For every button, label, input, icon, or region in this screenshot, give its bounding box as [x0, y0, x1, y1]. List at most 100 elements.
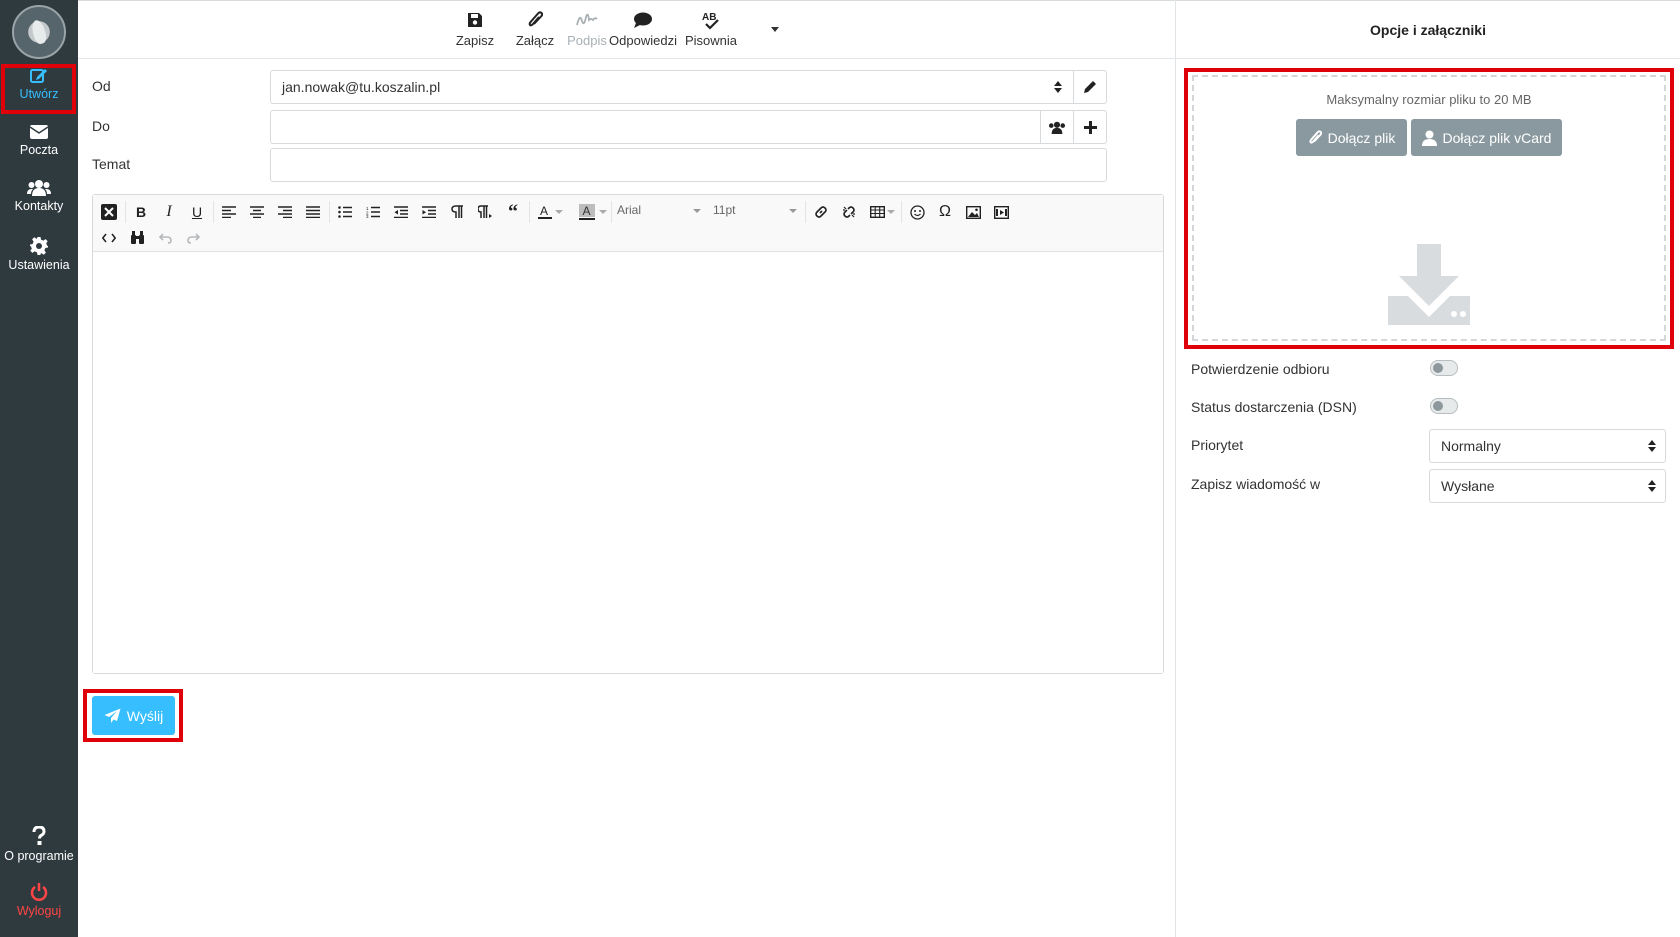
separator	[901, 201, 902, 223]
text-color-caret[interactable]	[553, 201, 565, 223]
redo-button[interactable]	[181, 227, 205, 249]
nav-contacts-label: Kontakty	[14, 199, 64, 213]
signature-button[interactable]: Podpis	[565, 9, 609, 48]
align-right-button[interactable]	[273, 201, 297, 223]
ltr-button[interactable]	[445, 201, 469, 223]
bg-color-button[interactable]: A	[575, 201, 599, 223]
search-replace-button[interactable]	[125, 227, 149, 249]
save-button[interactable]: Zapisz	[455, 9, 495, 48]
svg-text:AB: AB	[702, 12, 716, 23]
redo-icon	[186, 232, 200, 244]
updown-icon	[1054, 81, 1062, 93]
nav-logout[interactable]: Wyloguj	[0, 883, 78, 918]
nav-mail[interactable]: Poczta	[0, 124, 78, 157]
from-value: jan.nowak@tu.koszalin.pl	[282, 79, 441, 95]
message-body[interactable]	[93, 253, 1163, 673]
bullet-list-button[interactable]	[333, 201, 357, 223]
nav-settings[interactable]: Ustawienia	[0, 237, 78, 272]
justify-button[interactable]	[301, 201, 325, 223]
spell-label: Pisownia	[684, 33, 738, 48]
undo-button[interactable]	[153, 227, 177, 249]
indent-button[interactable]	[417, 201, 441, 223]
signature-label: Podpis	[567, 33, 607, 48]
smiley-icon	[909, 204, 925, 220]
responses-label: Odpowiedzi	[609, 33, 677, 48]
save-in-select[interactable]: Wysłane	[1429, 469, 1666, 503]
send-button[interactable]: Wyślij	[92, 696, 175, 735]
nav-contacts[interactable]: Kontakty	[0, 179, 78, 213]
unlink-button[interactable]	[837, 201, 861, 223]
font-size-select[interactable]: 11pt	[713, 203, 797, 221]
add-recipient-button[interactable]	[1073, 111, 1106, 143]
font-family-select[interactable]: Arial	[617, 203, 701, 221]
priority-label: Priorytet	[1191, 437, 1244, 453]
media-button[interactable]	[989, 201, 1013, 223]
attach-file-button[interactable]: Dołącz plik	[1296, 119, 1407, 156]
svg-text:A: A	[583, 204, 591, 218]
separator	[805, 201, 806, 223]
spellcheck-icon: AB	[702, 12, 719, 30]
dsn-toggle[interactable]	[1430, 398, 1458, 414]
outdent-button[interactable]	[389, 201, 413, 223]
question-icon	[32, 826, 46, 845]
caret-down-icon	[599, 209, 607, 214]
from-label: Od	[92, 78, 111, 94]
table-icon	[869, 206, 885, 218]
outdent-icon	[394, 206, 408, 218]
separator	[611, 201, 612, 223]
priority-select[interactable]: Normalny	[1429, 429, 1666, 463]
sidebar: Utwórz Poczta Kontakty Ustawienia O prog…	[0, 0, 78, 937]
to-field[interactable]	[270, 110, 1107, 144]
code-icon	[102, 233, 116, 243]
subject-field[interactable]	[270, 148, 1107, 182]
user-icon	[1421, 130, 1437, 146]
align-center-button[interactable]	[245, 201, 269, 223]
caret-down-icon	[887, 209, 895, 214]
dsn-label: Status dostarczenia (DSN)	[1191, 399, 1357, 415]
edit-identity-button[interactable]	[1073, 71, 1106, 103]
compose-toolbar: Zapisz Załącz Podpis Odpowiedzi AB Pisow…	[78, 0, 1176, 59]
table-caret[interactable]	[885, 201, 897, 223]
nav-about[interactable]: O programie	[0, 826, 78, 863]
underline-button[interactable]: U	[185, 201, 209, 223]
attach-vcard-button[interactable]: Dołącz plik vCard	[1411, 119, 1562, 156]
indent-icon	[422, 206, 436, 218]
attach-label: Załącz	[515, 33, 555, 48]
link-button[interactable]	[809, 201, 833, 223]
spell-dropdown-caret[interactable]	[771, 27, 779, 32]
separator	[329, 201, 330, 223]
font-size-value: 11pt	[713, 203, 736, 217]
compose-highlight	[1, 64, 76, 114]
bold-button[interactable]: B	[129, 201, 153, 223]
source-code-button[interactable]	[97, 227, 121, 249]
blockquote-button[interactable]: “	[501, 201, 525, 223]
bg-color-caret[interactable]	[597, 201, 609, 223]
nav-mail-label: Poczta	[19, 143, 59, 157]
clear-format-icon	[101, 204, 117, 220]
download-tray-icon	[1388, 244, 1470, 325]
numbered-list-icon: 123	[366, 206, 380, 218]
align-left-button[interactable]	[217, 201, 241, 223]
image-button[interactable]	[961, 201, 985, 223]
rtl-icon	[478, 205, 492, 218]
italic-button[interactable]: I	[157, 201, 181, 223]
read-receipt-toggle[interactable]	[1430, 360, 1458, 376]
responses-button[interactable]: Odpowiedzi	[608, 9, 678, 48]
align-left-icon	[222, 206, 236, 218]
emoticons-button[interactable]	[905, 201, 929, 223]
from-select[interactable]: jan.nowak@tu.koszalin.pl	[270, 70, 1107, 104]
add-contact-group-button[interactable]	[1040, 111, 1073, 143]
special-char-button[interactable]: Ω	[933, 201, 957, 223]
pencil-icon	[1084, 81, 1096, 93]
max-file-size-text: Maksymalny rozmiar pliku to 20 MB	[1326, 92, 1532, 107]
svg-text:3: 3	[366, 214, 369, 218]
spell-button[interactable]: AB Pisownia	[683, 9, 739, 48]
attach-button[interactable]: Załącz	[515, 9, 555, 48]
read-receipt-label: Potwierdzenie odbioru	[1191, 361, 1330, 377]
envelope-icon	[29, 125, 49, 139]
clear-format-button[interactable]	[97, 201, 121, 223]
caret-down-icon	[555, 209, 563, 214]
numbered-list-button[interactable]: 123	[361, 201, 385, 223]
rtl-button[interactable]	[473, 201, 497, 223]
separator	[213, 201, 214, 223]
